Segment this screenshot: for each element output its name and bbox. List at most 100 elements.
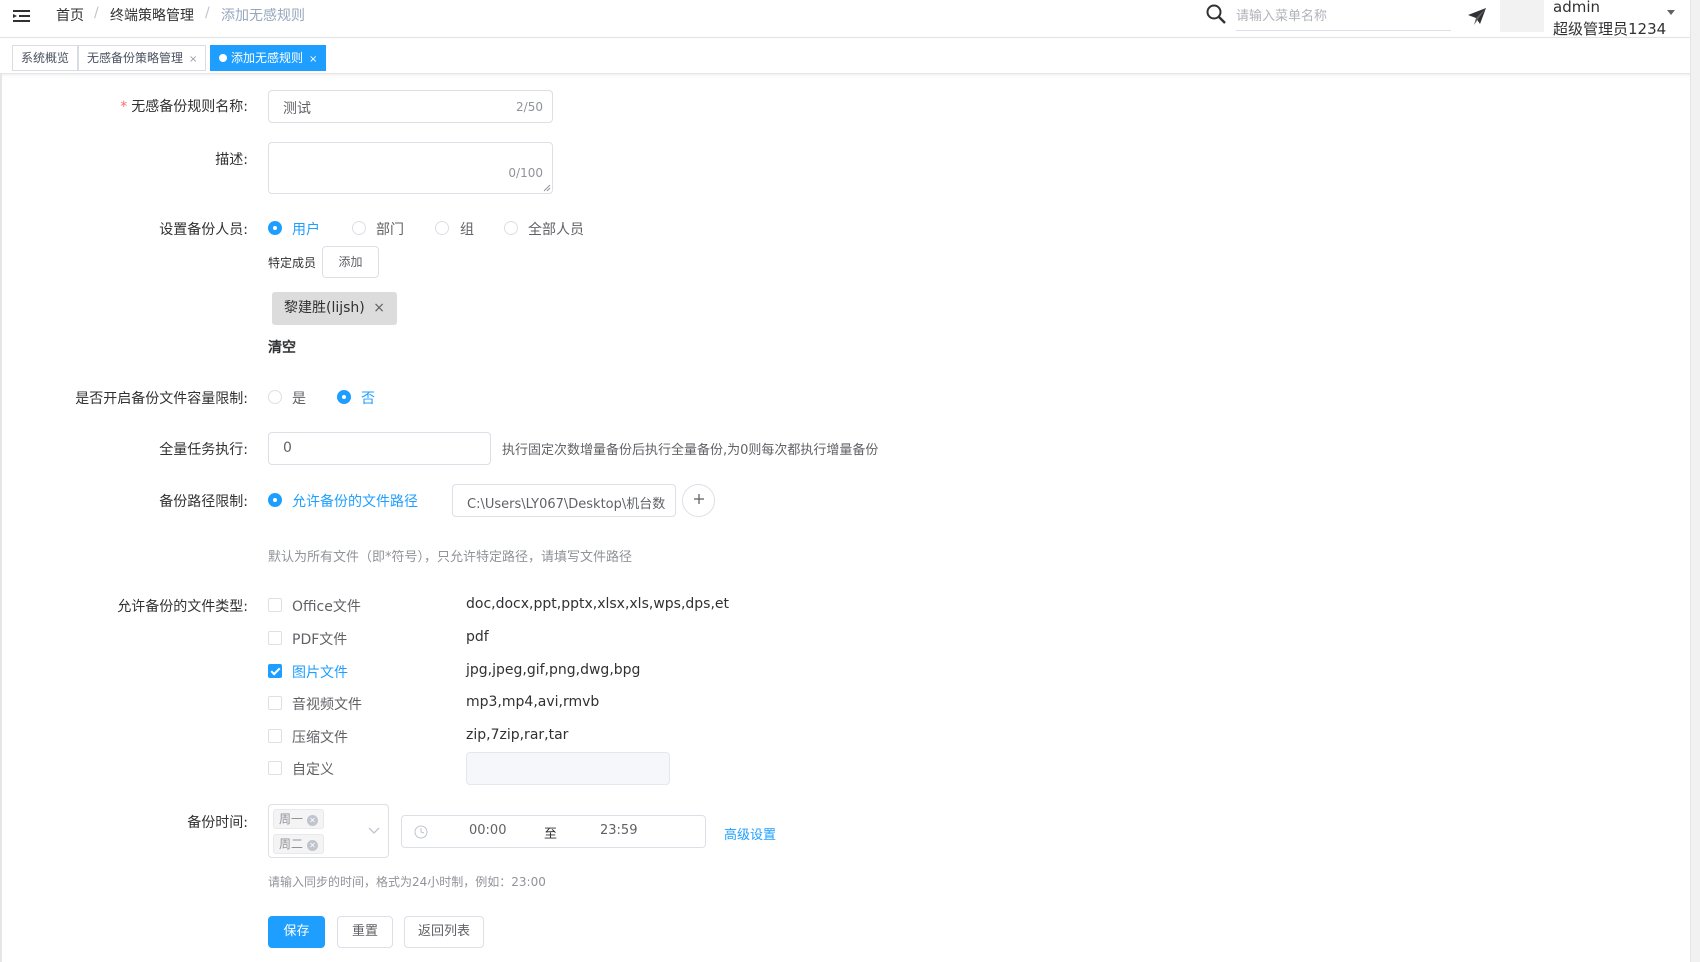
member-tag-label: 黎建胜(lijsh) xyxy=(284,300,365,316)
archive-label[interactable]: 压缩文件 xyxy=(292,727,348,747)
weekday-tag: 周二 ✕ xyxy=(273,834,325,854)
tag-close-icon[interactable]: ✕ xyxy=(307,840,319,851)
radio-department[interactable] xyxy=(352,221,366,235)
radio-group[interactable] xyxy=(435,221,449,235)
breadcrumb-policy[interactable]: 终端策略管理 xyxy=(110,5,194,25)
path-value: C:\Users\LY067\Desktop\机台数 xyxy=(467,497,666,512)
add-member-button[interactable]: 添加 xyxy=(322,246,379,278)
tab-backup-policy[interactable]: 无感备份策略管理 × xyxy=(78,45,207,71)
start-time[interactable]: 00:00 xyxy=(469,823,506,838)
description-textarea[interactable]: 0/100 xyxy=(268,142,553,194)
resize-handle-icon[interactable] xyxy=(543,184,551,192)
checkbox-archive[interactable] xyxy=(268,729,282,743)
tab-overview[interactable]: 系统概览 xyxy=(12,45,79,71)
tab-label: 添加无感规则 xyxy=(231,51,304,65)
radio-all[interactable] xyxy=(504,221,518,235)
breadcrumb-home[interactable]: 首页 xyxy=(56,5,84,25)
image-label[interactable]: 图片文件 xyxy=(292,662,348,682)
radio-capacity-yes[interactable] xyxy=(268,390,282,404)
custom-label[interactable]: 自定义 xyxy=(292,759,334,779)
member-tag: 黎建胜(lijsh) × xyxy=(272,292,397,325)
time-range-picker[interactable]: 00:00 至 23:59 xyxy=(401,815,706,848)
archive-extensions: zip,7zip,rar,tar xyxy=(466,727,569,743)
full-task-hint: 执行固定次数增量备份后执行全量备份,为0则每次都执行增量备份 xyxy=(502,443,879,458)
image-extensions: jpg,jpeg,gif,png,dwg,bpg xyxy=(466,662,641,678)
description-label: 描述: xyxy=(215,152,248,168)
backup-users-label: 设置备份人员: xyxy=(159,222,248,238)
breadcrumb-separator: / xyxy=(205,5,210,21)
chevron-down-icon[interactable] xyxy=(368,827,380,835)
specific-members-label: 特定成员 xyxy=(268,256,317,270)
breadcrumb-current: 添加无感规则 xyxy=(221,8,305,24)
office-label[interactable]: Office文件 xyxy=(292,596,361,616)
radio-user[interactable] xyxy=(268,221,282,235)
pdf-extensions: pdf xyxy=(466,629,489,645)
menu-toggle-icon[interactable] xyxy=(12,6,34,26)
rule-name-input[interactable]: 测试 2/50 xyxy=(268,90,553,123)
radio-allowed-path[interactable] xyxy=(268,493,282,507)
tab-close-icon[interactable]: × xyxy=(189,54,197,65)
search-icon[interactable] xyxy=(1205,3,1227,25)
capacity-limit-label: 是否开启备份文件容量限制: xyxy=(75,391,248,407)
radio-all-label[interactable]: 全部人员 xyxy=(528,219,584,239)
radio-allowed-path-label[interactable]: 允许备份的文件路径 xyxy=(292,491,418,511)
tab-label: 系统概览 xyxy=(21,51,70,65)
back-to-list-button[interactable]: 返回列表 xyxy=(404,916,484,948)
description-counter: 0/100 xyxy=(508,166,543,180)
full-task-label: 全量任务执行: xyxy=(159,442,248,458)
tab-add-rule[interactable]: 添加无感规则 × xyxy=(210,45,327,71)
save-button[interactable]: 保存 xyxy=(268,916,325,948)
radio-capacity-no-label[interactable]: 否 xyxy=(361,388,375,408)
rule-name-counter: 2/50 xyxy=(516,100,543,114)
active-dot-icon xyxy=(219,54,227,62)
radio-capacity-no[interactable] xyxy=(337,390,351,404)
sidebar-edge xyxy=(0,74,2,962)
checkbox-custom[interactable] xyxy=(268,761,282,775)
checkbox-office[interactable] xyxy=(268,598,282,612)
user-name[interactable]: admin xyxy=(1553,0,1600,16)
full-task-input[interactable]: 0 xyxy=(268,432,491,465)
weekday-select[interactable]: 周一 ✕ 周二 ✕ xyxy=(268,804,389,858)
plus-icon xyxy=(693,494,704,504)
clear-link[interactable]: 清空 xyxy=(268,337,296,357)
end-time[interactable]: 23:59 xyxy=(600,823,637,838)
user-dropdown-icon[interactable] xyxy=(1667,10,1675,15)
pdf-label[interactable]: PDF文件 xyxy=(292,629,347,649)
top-header: 首页 / 终端策略管理 / 添加无感规则 admin 超级管理员1234 xyxy=(0,0,1700,38)
media-label[interactable]: 音视频文件 xyxy=(292,694,362,714)
tag-close-icon[interactable]: × xyxy=(373,300,385,316)
radio-capacity-yes-label[interactable]: 是 xyxy=(292,388,306,408)
user-role[interactable]: 超级管理员1234 xyxy=(1553,18,1666,39)
vertical-scrollbar[interactable] xyxy=(1690,0,1700,962)
checkbox-media[interactable] xyxy=(268,696,282,710)
send-icon[interactable] xyxy=(1466,5,1488,27)
advanced-settings-link[interactable]: 高级设置 xyxy=(724,824,776,843)
checkbox-image[interactable] xyxy=(268,664,282,678)
clock-icon xyxy=(414,825,428,839)
radio-group-label[interactable]: 组 xyxy=(460,219,474,239)
breadcrumb-separator: / xyxy=(94,5,99,21)
office-extensions: doc,docx,ppt,pptx,xlsx,xls,wps,dps,et xyxy=(466,596,730,612)
required-mark: * xyxy=(120,99,128,115)
weekday-tag: 周一 ✕ xyxy=(273,809,325,829)
tags-view-bar: 系统概览 无感备份策略管理 × 添加无感规则 × xyxy=(0,38,1700,74)
menu-search-input[interactable] xyxy=(1236,3,1451,31)
rule-name-label: * 无感备份规则名称: xyxy=(120,99,248,115)
add-path-button[interactable] xyxy=(682,484,715,517)
checkbox-pdf[interactable] xyxy=(268,631,282,645)
tab-label: 无感备份策略管理 xyxy=(87,51,184,65)
media-extensions: mp3,mp4,avi,rmvb xyxy=(466,694,600,710)
avatar[interactable] xyxy=(1500,0,1544,32)
radio-user-label[interactable]: 用户 xyxy=(292,219,320,239)
path-hint: 默认为所有文件（即*符号），只允许特定路径，请填写文件路径 xyxy=(268,550,633,565)
file-types-label: 允许备份的文件类型: xyxy=(117,599,248,615)
radio-department-label[interactable]: 部门 xyxy=(376,219,404,239)
custom-extensions-input[interactable] xyxy=(466,752,670,785)
tab-close-icon[interactable]: × xyxy=(309,54,317,65)
reset-button[interactable]: 重置 xyxy=(337,916,393,948)
path-limit-label: 备份路径限制: xyxy=(159,494,248,510)
rule-name-value: 测试 xyxy=(283,101,311,117)
backup-time-label: 备份时间: xyxy=(187,815,248,831)
tag-close-icon[interactable]: ✕ xyxy=(307,815,319,826)
path-input[interactable]: C:\Users\LY067\Desktop\机台数 xyxy=(452,484,676,517)
